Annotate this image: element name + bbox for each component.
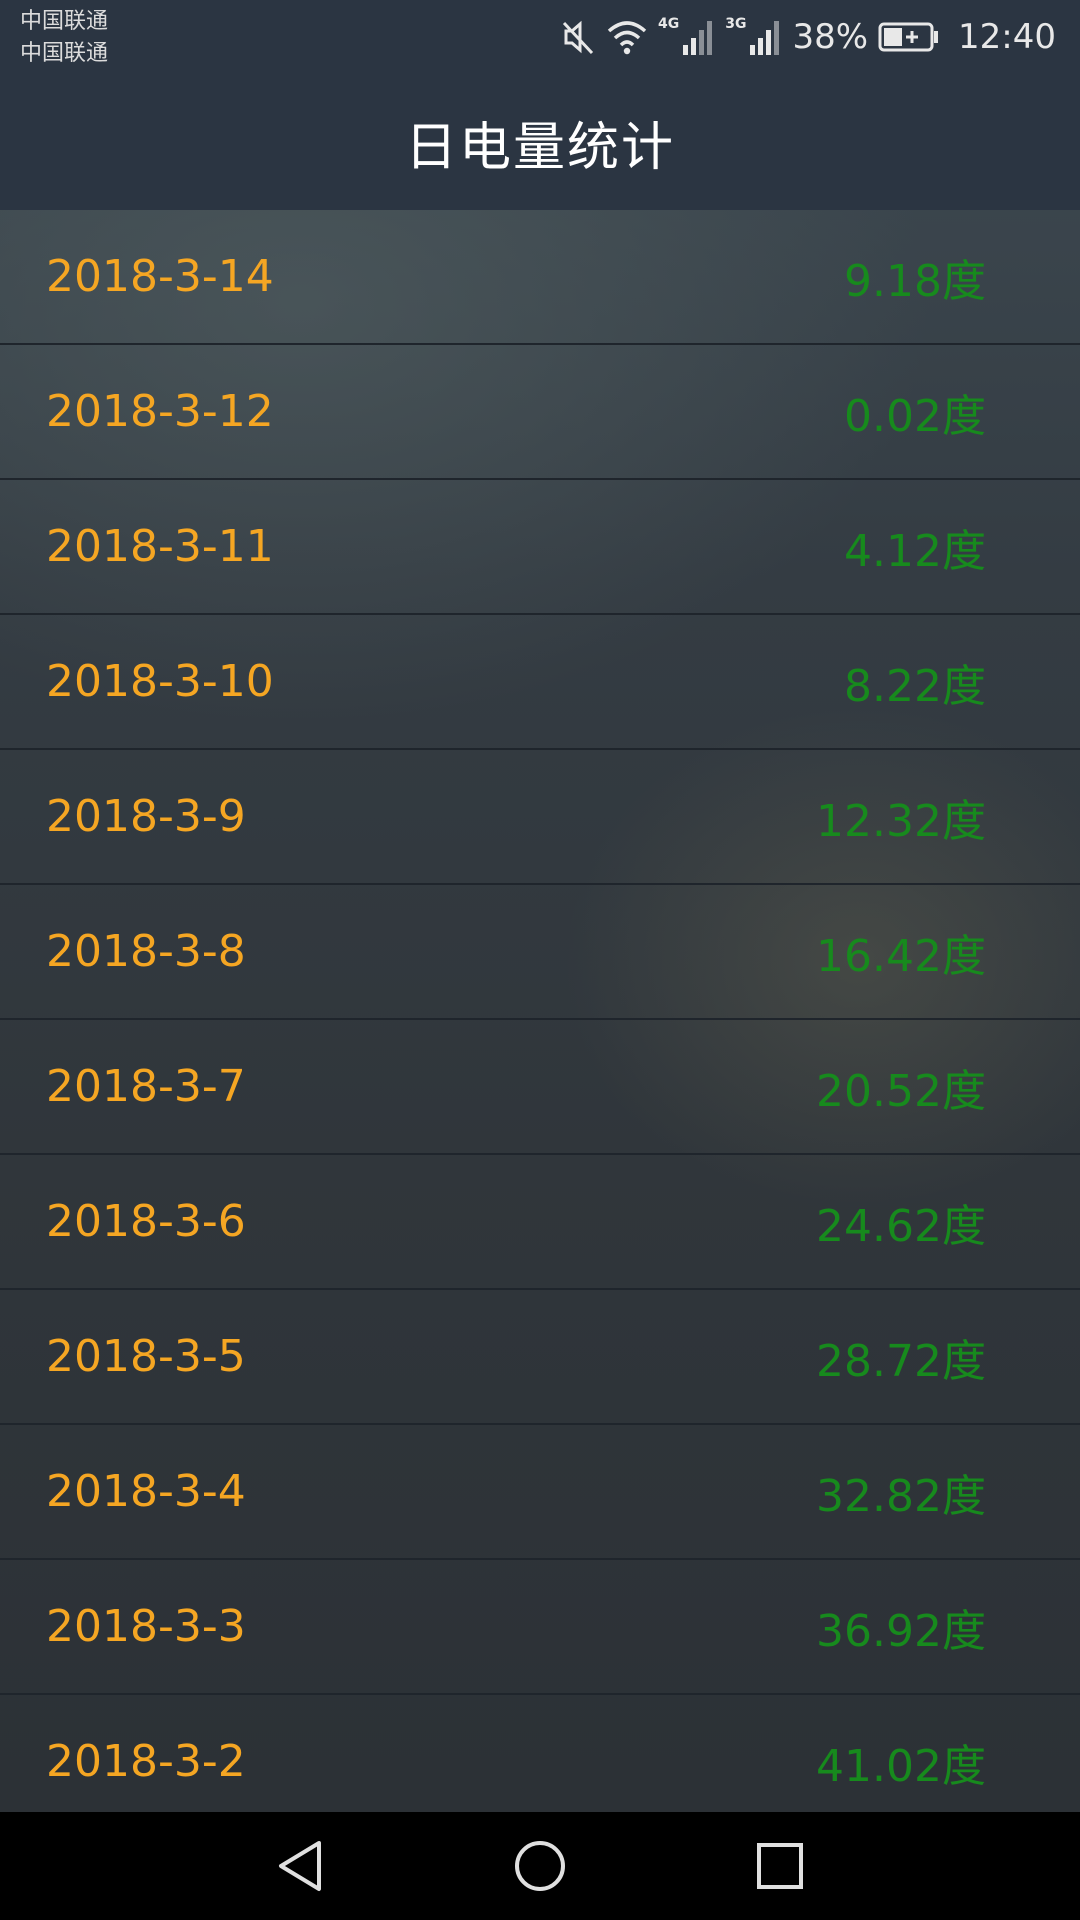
record-date: 2018-3-5 bbox=[46, 1331, 246, 1382]
record-value: 0.02度 bbox=[844, 390, 986, 442]
record-date: 2018-3-8 bbox=[46, 926, 246, 977]
record-date: 2018-3-6 bbox=[46, 1196, 246, 1247]
record-date: 2018-3-3 bbox=[46, 1601, 246, 1652]
record-value: 32.82度 bbox=[816, 1470, 986, 1522]
record-value: 4.12度 bbox=[844, 525, 986, 577]
list-item[interactable]: 2018-3-14 9.18度 bbox=[0, 210, 1080, 345]
list-item[interactable]: 2018-3-2 41.02度 bbox=[0, 1695, 1080, 1812]
record-date: 2018-3-7 bbox=[46, 1061, 246, 1112]
record-value: 16.42度 bbox=[816, 930, 986, 982]
home-icon[interactable] bbox=[506, 1832, 574, 1900]
record-value: 12.32度 bbox=[816, 795, 986, 847]
list-item[interactable]: 2018-3-7 20.52度 bbox=[0, 1020, 1080, 1155]
record-value: 28.72度 bbox=[816, 1335, 986, 1387]
clock: 12:40 bbox=[958, 17, 1056, 57]
title-bar: 日电量统计 bbox=[0, 74, 1080, 210]
wifi-icon bbox=[606, 17, 648, 57]
record-value: 36.92度 bbox=[816, 1605, 986, 1657]
record-value: 41.02度 bbox=[816, 1740, 986, 1792]
battery-charging-icon bbox=[878, 21, 940, 53]
recents-icon[interactable] bbox=[746, 1832, 814, 1900]
record-date: 2018-3-12 bbox=[46, 386, 274, 437]
battery-percent: 38% bbox=[792, 17, 869, 57]
record-value: 8.22度 bbox=[844, 660, 986, 712]
record-date: 2018-3-10 bbox=[46, 656, 274, 707]
screen: 中国联通 中国联通 4G 3G 38% 12:40 日电量统计 2018-3-1… bbox=[0, 0, 1080, 1920]
signal-3g-icon bbox=[748, 17, 782, 57]
list-item[interactable]: 2018-3-3 36.92度 bbox=[0, 1560, 1080, 1695]
list-item[interactable]: 2018-3-12 0.02度 bbox=[0, 345, 1080, 480]
record-value: 9.18度 bbox=[844, 255, 986, 307]
list-item[interactable]: 2018-3-11 4.12度 bbox=[0, 480, 1080, 615]
mute-icon bbox=[560, 17, 596, 57]
network-type-1: 4G bbox=[657, 16, 680, 32]
navigation-bar bbox=[0, 1812, 1080, 1920]
list-item[interactable]: 2018-3-10 8.22度 bbox=[0, 615, 1080, 750]
carrier-2: 中国联通 bbox=[20, 41, 109, 66]
carrier-1: 中国联通 bbox=[20, 9, 109, 34]
list-item[interactable]: 2018-3-6 24.62度 bbox=[0, 1155, 1080, 1290]
record-date: 2018-3-9 bbox=[46, 791, 246, 842]
list-item[interactable]: 2018-3-9 12.32度 bbox=[0, 750, 1080, 885]
back-icon[interactable] bbox=[266, 1832, 334, 1900]
record-date: 2018-3-2 bbox=[46, 1736, 246, 1787]
status-bar: 中国联通 中国联通 4G 3G 38% 12:40 bbox=[0, 0, 1080, 74]
record-date: 2018-3-11 bbox=[46, 521, 274, 572]
status-icons: 4G 3G 38% 12:40 bbox=[560, 12, 1056, 62]
record-value: 20.52度 bbox=[816, 1065, 986, 1117]
list-item[interactable]: 2018-3-5 28.72度 bbox=[0, 1290, 1080, 1425]
list-item[interactable]: 2018-3-8 16.42度 bbox=[0, 885, 1080, 1020]
list-item[interactable]: 2018-3-4 32.82度 bbox=[0, 1425, 1080, 1560]
page-title: 日电量统计 bbox=[404, 117, 675, 178]
network-type-2: 3G bbox=[725, 16, 747, 32]
carrier-labels: 中国联通 中国联通 bbox=[20, 6, 108, 70]
record-date: 2018-3-4 bbox=[46, 1466, 246, 1517]
signal-4g-icon bbox=[681, 17, 715, 57]
record-date: 2018-3-14 bbox=[46, 251, 274, 302]
record-value: 24.62度 bbox=[816, 1200, 986, 1252]
records-list[interactable]: 2018-3-14 9.18度 2018-3-12 0.02度 2018-3-11 4.1… bbox=[0, 210, 1080, 1812]
